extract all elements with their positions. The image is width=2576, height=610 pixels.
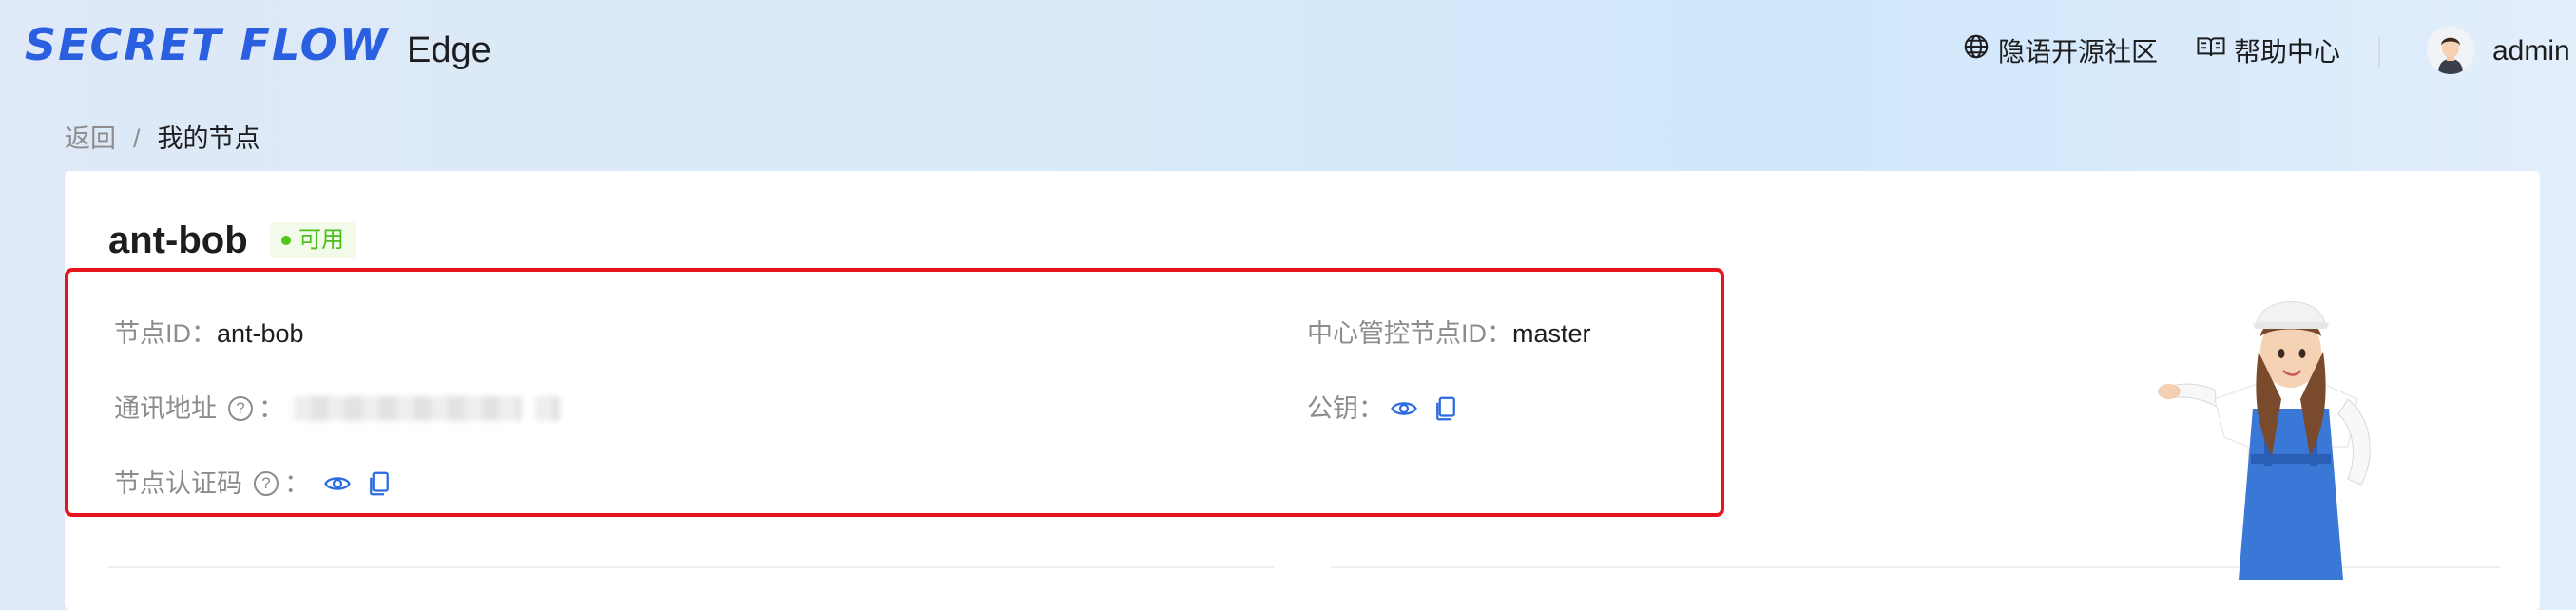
- master-id-row: 中心管控节点ID： master: [1307, 315, 1591, 353]
- status-dot: [281, 236, 291, 245]
- auth-code-label: 节点认证码: [114, 469, 242, 498]
- comm-address-row: 通讯地址 ? ：: [114, 390, 560, 428]
- master-id-value: master: [1512, 319, 1591, 348]
- status-badge: 可用: [270, 222, 356, 258]
- header-divider: [2378, 38, 2380, 67]
- secretflow-logo: SECRET FLOW: [25, 19, 390, 70]
- back-link[interactable]: 返回: [65, 122, 116, 156]
- username[interactable]: admin: [2492, 32, 2570, 70]
- comm-address-colon: ：: [259, 394, 284, 423]
- status-label: 可用: [298, 227, 344, 253]
- avatar[interactable]: [2427, 27, 2474, 74]
- copy-icon[interactable]: [365, 469, 394, 498]
- public-key-row: 公钥：: [1307, 390, 1460, 428]
- book-icon: [2196, 32, 2226, 71]
- mascot-illustration: [2158, 295, 2481, 581]
- comm-address-label: 通讯地址: [114, 394, 217, 423]
- help-question-icon[interactable]: ?: [228, 396, 253, 421]
- breadcrumb-separator: /: [133, 124, 141, 153]
- node-id-value: ant-bob: [217, 319, 304, 348]
- help-center-label: 帮助中心: [2234, 36, 2341, 67]
- node-id-label: 节点ID：: [114, 319, 217, 348]
- community-link-label: 隐语开源社区: [1998, 36, 2159, 67]
- help-question-icon[interactable]: ?: [254, 471, 279, 496]
- redacted-edit-icon: [535, 396, 560, 421]
- redacted-address: [294, 396, 522, 421]
- eye-icon[interactable]: [1390, 394, 1418, 423]
- globe-icon: [1962, 32, 1990, 71]
- community-link[interactable]: 隐语开源社区: [1962, 32, 2158, 71]
- node-id-row: 节点ID： ant-bob: [114, 315, 304, 353]
- node-name: ant-bob: [108, 219, 248, 261]
- section-divider-left: [108, 566, 1274, 568]
- auth-code-colon: ：: [284, 469, 310, 498]
- master-id-label: 中心管控节点ID：: [1307, 319, 1512, 348]
- copy-icon[interactable]: [1432, 394, 1460, 423]
- auth-code-row: 节点认证码 ? ：: [114, 465, 394, 503]
- public-key-label: 公钥：: [1307, 394, 1384, 423]
- breadcrumb: 返回 / 我的节点: [65, 122, 260, 156]
- help-center-link[interactable]: 帮助中心: [2196, 32, 2340, 71]
- breadcrumb-current: 我的节点: [157, 124, 260, 153]
- product-name: Edge: [407, 30, 491, 70]
- eye-icon[interactable]: [323, 469, 352, 498]
